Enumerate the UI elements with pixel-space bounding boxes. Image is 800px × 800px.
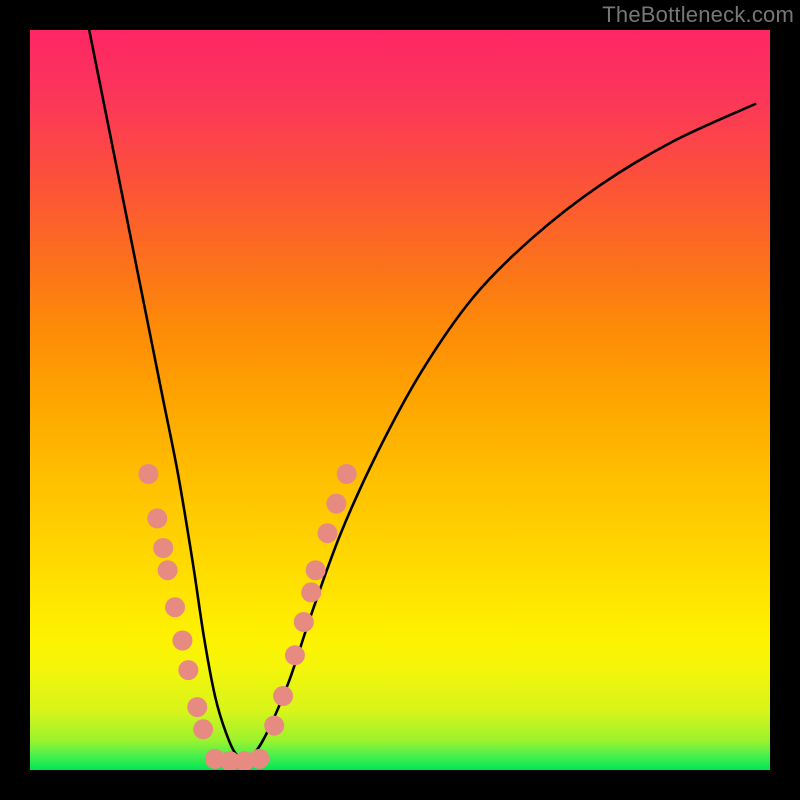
curve-marker xyxy=(306,560,326,580)
curve-marker xyxy=(187,697,207,717)
watermark-text: TheBottleneck.com xyxy=(602,2,794,28)
curve-marker xyxy=(273,686,293,706)
bottleneck-curve-line xyxy=(89,30,755,758)
curve-marker xyxy=(294,612,314,632)
curve-marker xyxy=(317,523,337,543)
curve-marker xyxy=(285,645,305,665)
curve-marker xyxy=(264,716,284,736)
curve-marker xyxy=(153,538,173,558)
curve-marker xyxy=(337,464,357,484)
curve-marker xyxy=(138,464,158,484)
curve-marker xyxy=(326,494,346,514)
curve-marker xyxy=(249,749,269,769)
chart-svg xyxy=(30,30,770,770)
curve-markers xyxy=(138,464,356,770)
curve-marker xyxy=(301,582,321,602)
curve-marker xyxy=(158,560,178,580)
curve-marker xyxy=(193,719,213,739)
curve-marker xyxy=(165,597,185,617)
plot-area xyxy=(30,30,770,770)
curve-marker xyxy=(172,631,192,651)
chart-frame: TheBottleneck.com xyxy=(0,0,800,800)
curve-marker xyxy=(147,508,167,528)
curve-marker xyxy=(178,660,198,680)
